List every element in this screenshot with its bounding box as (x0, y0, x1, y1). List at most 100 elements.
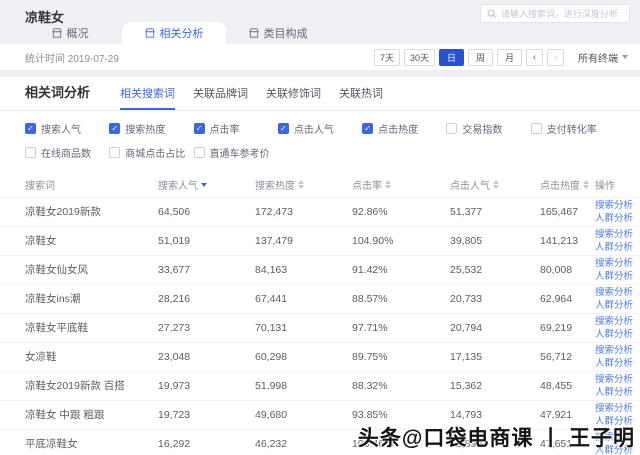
filter-row1-1[interactable]: 搜索热度 (109, 121, 193, 136)
tab-bar: 概况 相关分析 类目构成 (18, 22, 330, 44)
date-button-1[interactable]: 30天 (403, 48, 435, 66)
crowd-analysis-link[interactable]: 人群分析 (595, 212, 640, 225)
ctr-cell: 88.32% (352, 379, 388, 392)
column-header-6: 操作 (595, 173, 640, 197)
date-button-4[interactable]: 月 (497, 48, 522, 66)
keyword-cell: 女凉鞋 (25, 351, 57, 363)
column-label: 点击人气 (450, 181, 490, 193)
filter-row1-6[interactable]: 支付转化率 (530, 121, 615, 136)
column-header-3[interactable]: 点击率 (352, 173, 450, 197)
click_heat-cell: 141,213 (540, 234, 578, 247)
sort-icon[interactable] (298, 180, 304, 190)
crowd-analysis-link[interactable]: 人群分析 (595, 328, 640, 341)
ctr-cell: 88.57% (352, 292, 388, 305)
tab-2[interactable]: 类目构成 (226, 22, 330, 44)
top-bar: 凉鞋女 概况相关分析类目构成 (0, 0, 640, 44)
keyword-cell: 凉鞋女2019新款 (25, 206, 101, 218)
tab-1[interactable]: 相关分析 (122, 22, 226, 44)
checkbox-icon[interactable] (193, 147, 205, 158)
search_pop-cell: 23,048 (158, 350, 191, 363)
search-analysis-link[interactable]: 搜索分析 (595, 315, 640, 328)
date-button-2[interactable]: 日 (439, 48, 464, 66)
crowd-analysis-link[interactable]: 人群分析 (595, 241, 640, 254)
next-arrow-icon[interactable]: › (547, 48, 564, 66)
actions-cell: 搜索分析 人群分析 (595, 371, 640, 400)
column-header-2[interactable]: 搜索热度 (255, 173, 352, 197)
search_heat-cell: 84,163 (255, 263, 288, 276)
prev-arrow-icon[interactable]: ‹ (526, 48, 543, 66)
click_pop-cell: 39,805 (450, 234, 483, 247)
filter-row1-0[interactable]: 搜索人气 (25, 121, 109, 136)
column-label: 搜索词 (25, 181, 55, 193)
search-analysis-link[interactable]: 搜索分析 (595, 344, 640, 357)
checkbox-icon[interactable] (109, 147, 121, 158)
filter-label: 点击率 (209, 125, 240, 136)
subtab-2[interactable]: 关联修饰词 (266, 85, 321, 110)
checkbox-icon[interactable] (446, 123, 458, 134)
filter-row2-0[interactable]: 在线商品数 (25, 145, 109, 160)
filter-row1-4[interactable]: 点击热度 (362, 121, 446, 136)
click_pop-cell: 20,794 (450, 321, 483, 334)
search-analysis-link[interactable]: 搜索分析 (595, 257, 640, 270)
search-analysis-link[interactable]: 搜索分析 (595, 228, 640, 241)
date-button-0[interactable]: 7天 (373, 48, 400, 66)
crowd-analysis-link[interactable]: 人群分析 (595, 270, 640, 283)
checkbox-icon[interactable] (362, 123, 374, 134)
checkbox-icon[interactable] (193, 123, 205, 134)
ctr-cell: 91.42% (352, 263, 388, 276)
sort-icon[interactable] (385, 180, 391, 190)
actions-cell: 搜索分析 人群分析 (595, 313, 640, 342)
filter-row2-1[interactable]: 商城点击占比 (109, 145, 193, 160)
crowd-analysis-link[interactable]: 人群分析 (595, 357, 640, 370)
column-label: 搜索人气 (158, 181, 198, 193)
click_heat-cell: 69,219 (540, 321, 573, 334)
click_heat-cell: 165,467 (540, 205, 578, 218)
search-input[interactable] (501, 8, 623, 19)
box-icon (248, 28, 259, 38)
search_heat-cell: 49,680 (255, 408, 288, 421)
checkbox-icon[interactable] (25, 123, 36, 134)
filter-label: 直通车参考价 (209, 149, 270, 160)
checkbox-icon[interactable] (277, 123, 289, 134)
search-analysis-link[interactable]: 搜索分析 (595, 373, 640, 386)
subtab-1[interactable]: 关联品牌词 (193, 85, 248, 110)
search-box[interactable] (480, 4, 630, 23)
date-button-3[interactable]: 周 (468, 48, 493, 66)
column-header-1[interactable]: 搜索人气 (158, 173, 255, 197)
crowd-analysis-link[interactable]: 人群分析 (595, 299, 640, 312)
filter-row1-3[interactable]: 点击人气 (277, 121, 362, 136)
search-analysis-link[interactable]: 搜索分析 (595, 199, 640, 212)
search_pop-cell: 27,273 (158, 321, 191, 334)
search-analysis-link[interactable]: 搜索分析 (595, 286, 640, 299)
checkbox-icon[interactable] (530, 123, 542, 134)
ctr-cell: 97.71% (352, 321, 388, 334)
sort-icon[interactable] (493, 180, 499, 190)
keyword-cell: 平底凉鞋女 (25, 438, 78, 450)
sort-icon[interactable] (583, 180, 589, 190)
search-analysis-link[interactable]: 搜索分析 (595, 402, 640, 415)
column-header-5[interactable]: 点击热度 (540, 173, 595, 197)
terminal-dropdown[interactable]: 所有终端 (578, 50, 628, 65)
tab-0[interactable]: 概况 (18, 22, 122, 44)
click_heat-cell: 80,008 (540, 263, 573, 276)
keyword-cell: 凉鞋女 中跟 粗跟 (25, 409, 105, 421)
column-label: 点击率 (352, 181, 382, 193)
checkbox-icon[interactable] (109, 123, 121, 134)
search_pop-cell: 28,216 (158, 292, 191, 305)
filter-row1-2[interactable]: 点击率 (193, 121, 278, 136)
search_pop-cell: 19,973 (158, 379, 191, 392)
filter-label: 搜索人气 (41, 125, 81, 136)
click_heat-cell: 48,455 (540, 379, 573, 392)
table-row: 凉鞋女2019新款 百搭 19,973 51,998 88.32% 15,362 48,4… (0, 371, 640, 400)
subtab-0[interactable]: 相关搜索词 (120, 85, 176, 110)
checkbox-icon[interactable] (25, 147, 36, 158)
box-icon (51, 28, 62, 38)
crowd-analysis-link[interactable]: 人群分析 (595, 386, 640, 399)
click_heat-cell: 62,964 (540, 292, 573, 305)
filter-row1-5[interactable]: 交易指数 (446, 121, 530, 136)
sort-desc-icon[interactable] (201, 182, 207, 187)
actions-cell: 搜索分析 人群分析 (595, 255, 640, 284)
filter-row2-2[interactable]: 直通车参考价 (193, 145, 278, 160)
subtab-3[interactable]: 关联热词 (339, 85, 383, 110)
column-header-4[interactable]: 点击人气 (450, 173, 540, 197)
